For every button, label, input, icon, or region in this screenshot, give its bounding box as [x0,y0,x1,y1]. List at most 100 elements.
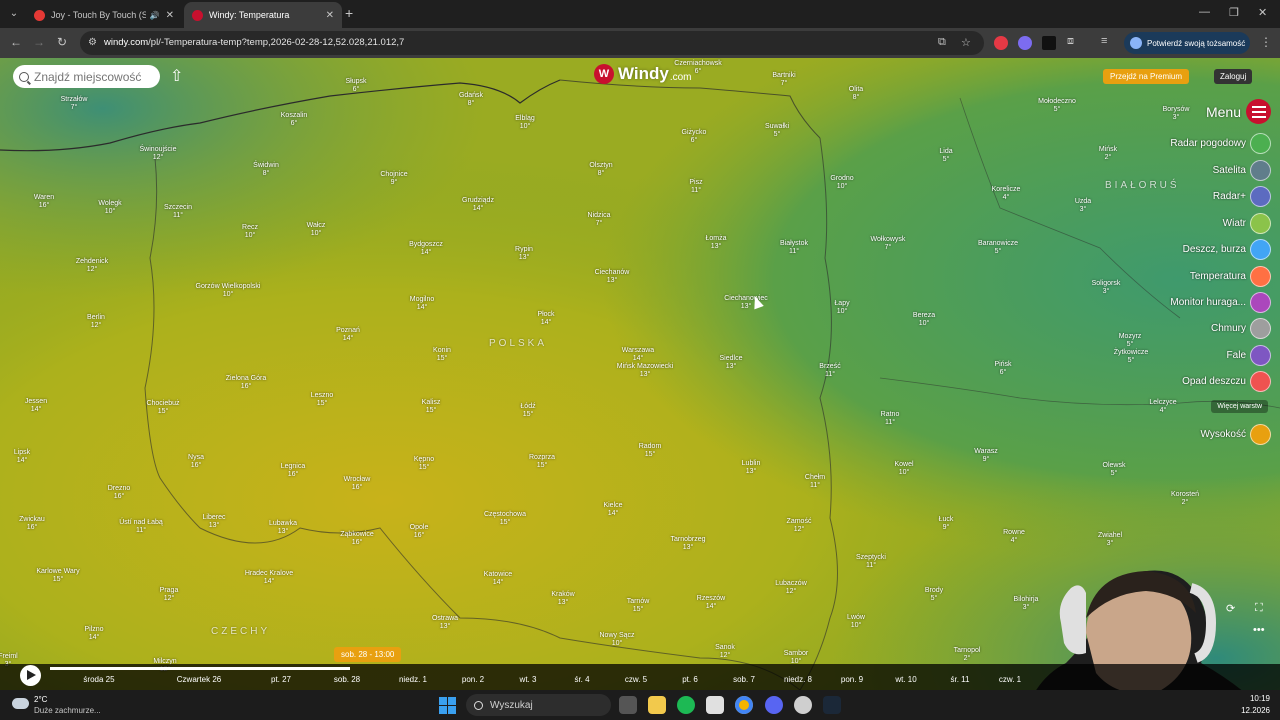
city-label[interactable]: Ratno 11° [881,411,900,427]
city-label[interactable]: Mińsk Mazowiecki 13° [617,363,673,379]
extension-icon[interactable] [1018,36,1032,50]
timeline-day[interactable]: śr. 11 [951,675,970,684]
extension-icon[interactable] [994,36,1008,50]
city-label[interactable]: Siedlce 13° [720,355,743,371]
timeline-day[interactable]: pt. 27 [271,675,291,684]
city-label[interactable]: Szczecin 11° [164,204,192,220]
menu-button[interactable]: Menu [1206,99,1271,124]
city-label[interactable]: Częstochowa 15° [484,511,526,527]
city-label[interactable]: Berlin 12° [87,314,105,330]
city-label[interactable]: Olewsk 5° [1103,462,1126,478]
city-label[interactable]: Łomża 13° [705,235,726,251]
tab-search-icon[interactable]: ⌄ [4,4,24,24]
city-label[interactable]: Sanok 12° [715,644,735,660]
city-label[interactable]: Tarnobrzeg 13° [670,536,705,552]
city-label[interactable]: Pisz 11° [689,179,702,195]
file-explorer-icon[interactable] [648,696,666,714]
timeline-day[interactable]: czw. 1 [999,675,1021,684]
timeline-day[interactable]: pt. 6 [682,675,698,684]
city-label[interactable]: Mołodeczno 5° [1038,98,1076,114]
timeline-day[interactable]: pon. 9 [841,675,863,684]
city-label[interactable]: Lublin 13° [742,460,761,476]
timeline-day[interactable]: niedz. 8 [784,675,812,684]
city-label[interactable]: Soligorsk 3° [1092,280,1121,296]
city-label[interactable]: Nidzica 7° [588,212,611,228]
city-label[interactable]: Lida 5° [939,148,952,164]
maximize-icon[interactable]: ❐ [1229,6,1239,19]
extensions-puzzle-icon[interactable]: ⧈ [1067,35,1074,48]
system-clock[interactable]: 10:19 12.2026 [1241,693,1270,717]
reload-icon[interactable]: ↻ [57,35,67,49]
close-tab-icon[interactable]: ✕ [326,10,334,21]
city-label[interactable]: Warasz 9° [974,448,997,464]
layer-item[interactable]: Temperatura [1190,266,1271,287]
city-label[interactable]: Wołkowysk 7° [871,236,906,252]
verify-identity-button[interactable]: Potwierdź swoją tożsamość [1124,32,1250,54]
start-button[interactable] [439,697,456,714]
city-label[interactable]: Grudziądz 14° [462,197,494,213]
address-bar[interactable]: ⚙ windy.com/pl/-Temperatura-temp?temp,20… [80,31,984,55]
city-label[interactable]: Świdwin 8° [253,162,279,178]
city-label[interactable]: Poznań 14° [336,327,360,343]
city-label[interactable]: Hradec Kralove 14° [245,570,293,586]
city-label[interactable]: Leszno 15° [311,392,334,408]
city-label[interactable]: Łapy 10° [834,300,849,316]
close-tab-icon[interactable]: ✕ [166,10,174,21]
city-label[interactable]: Wrocław 16° [344,476,371,492]
timeline-day[interactable]: wt. 10 [895,675,916,684]
timeline-day[interactable]: sob. 7 [733,675,755,684]
city-label[interactable]: Lubawka 13° [269,520,297,536]
city-label[interactable]: Szeptycki 11° [856,554,886,570]
task-view-icon[interactable] [619,696,637,714]
city-label[interactable]: Gorzów Wielkopolski 10° [196,283,261,299]
city-label[interactable]: Konin 15° [433,347,451,363]
city-label[interactable]: Bartniki 7° [772,72,795,88]
city-label[interactable]: Olsztyn 8° [589,162,612,178]
city-label[interactable]: Świnoujście 12° [140,146,177,162]
extension-icon[interactable] [1042,36,1056,50]
play-button[interactable] [20,665,41,686]
layer-item[interactable]: Opad deszczu [1182,371,1271,392]
altitude-button[interactable]: Wysokość [1201,424,1271,445]
refresh-icon[interactable]: ⟳ [1226,602,1235,615]
city-label[interactable]: Waren 16° [34,194,54,210]
city-label[interactable]: Opole 16° [410,524,429,540]
app-icon[interactable] [794,696,812,714]
spotify-icon[interactable] [677,696,695,714]
timeline-progress[interactable] [50,667,350,670]
search-input[interactable] [34,69,152,84]
timeline-day[interactable]: pon. 2 [462,675,484,684]
city-label[interactable]: Zwiahel 3° [1098,532,1122,548]
windy-map[interactable]: Czerniachowsk 6° Bartniki 7° Olita 8° Mołodecz… [0,58,1280,690]
install-app-icon[interactable]: ⧉ [938,36,946,49]
city-label[interactable]: Zielona Góra 16° [226,375,266,391]
city-label[interactable]: Zwickau 16° [19,516,45,532]
city-label[interactable]: Karlowe Wary 15° [36,568,79,584]
city-label[interactable]: Recz 10° [242,224,258,240]
city-label[interactable]: Rzeszów 14° [697,595,725,611]
fullscreen-icon[interactable]: ⛶ [1255,602,1263,615]
city-label[interactable]: Ústí nad Łabą 11° [119,519,163,535]
city-label[interactable]: Tarnów 15° [627,598,650,614]
city-label[interactable]: Bereza 10° [913,312,935,328]
city-label[interactable]: Kielce 14° [603,502,622,518]
premium-button[interactable]: Przejdź na Premium [1103,69,1190,84]
store-icon[interactable] [706,696,724,714]
city-label[interactable]: Białystok 11° [780,240,808,256]
city-label[interactable]: Suwałki 5° [765,123,789,139]
city-label[interactable]: Baranowicze 5° [978,240,1018,256]
time-indicator[interactable]: sob. 28 - 13:00 [334,647,402,662]
city-label[interactable]: Lipsk 14° [14,449,30,465]
city-label[interactable]: Nysa 16° [188,454,204,470]
discord-icon[interactable] [765,696,783,714]
share-icon[interactable]: ⇧ [170,66,188,86]
city-label[interactable]: Ząbkowice 16° [340,531,373,547]
city-label[interactable]: Koszalin 6° [281,112,307,128]
city-label[interactable]: Mogilno 14° [410,296,435,312]
city-label[interactable]: Mozyrz 5° [1119,333,1142,349]
city-label[interactable]: Warszawa 14° [622,347,654,363]
city-label[interactable]: Lubaczów 12° [775,580,807,596]
city-label[interactable]: Chełm 11° [805,474,825,490]
forward-icon[interactable]: → [33,35,45,49]
city-label[interactable]: Liberec 13° [203,514,226,530]
